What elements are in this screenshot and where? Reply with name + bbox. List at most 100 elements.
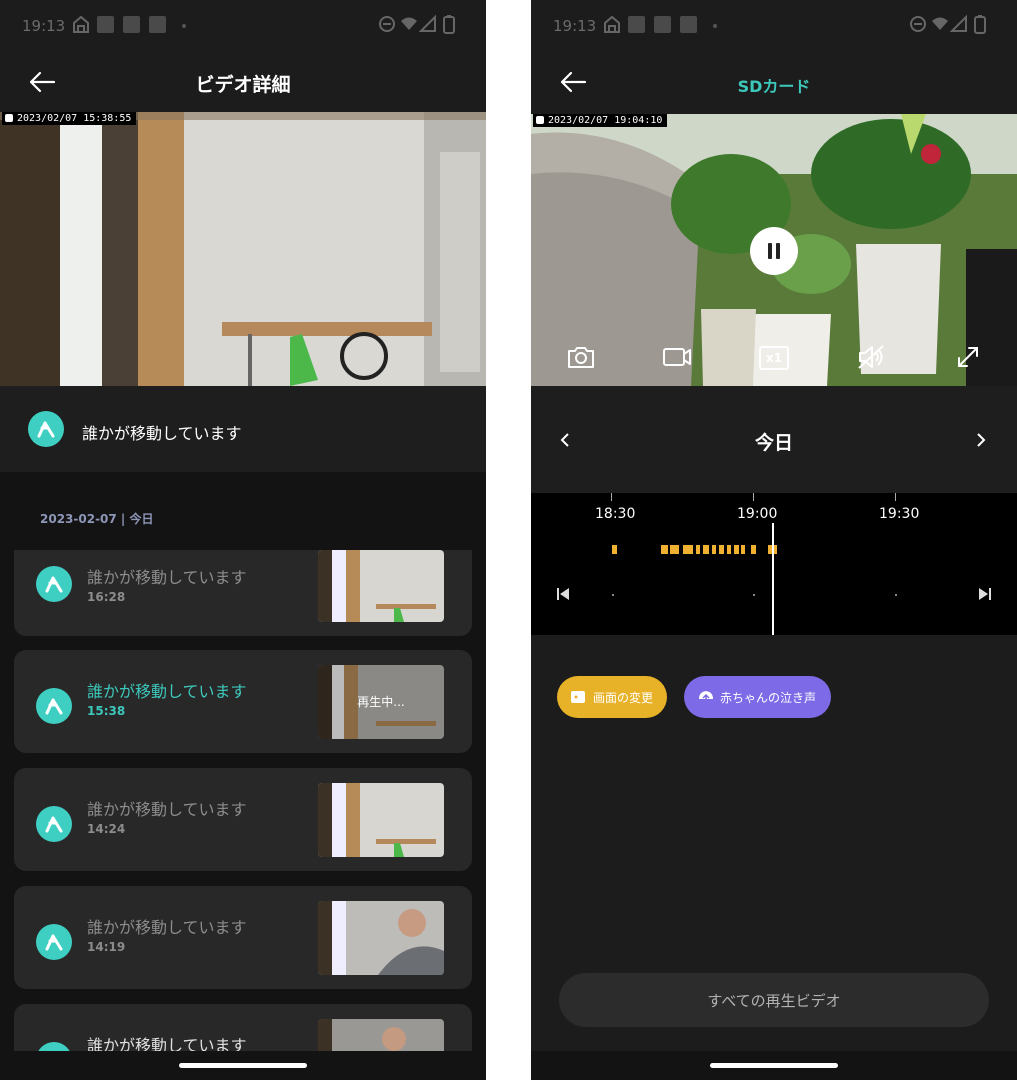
recording-segment[interactable] bbox=[751, 545, 756, 554]
all-videos-label: すべての再生ビデオ bbox=[707, 992, 841, 1010]
room-image bbox=[0, 112, 486, 386]
playing-overlay: 再生中... bbox=[357, 695, 405, 709]
app-bar: ビデオ詳細 bbox=[0, 52, 486, 112]
timestamp-text: 2023/02/07 19:04:10 bbox=[548, 115, 663, 126]
event-thumbnail bbox=[318, 901, 444, 975]
status-bar: 19:13 bbox=[531, 0, 1017, 52]
more-dot-icon bbox=[182, 24, 186, 28]
video-record-icon[interactable] bbox=[662, 344, 692, 370]
recording-segment[interactable] bbox=[612, 545, 617, 554]
all-videos-button[interactable]: すべての再生ビデオ bbox=[559, 973, 989, 1027]
pause-icon bbox=[768, 243, 780, 259]
event-card[interactable]: 誰かが移動しています 14:24 bbox=[14, 768, 472, 871]
playback-speed-button[interactable]: x1 bbox=[759, 346, 789, 370]
tag-baby-crying[interactable]: 赤ちゃんの泣き声 bbox=[684, 676, 831, 718]
recording-segment[interactable] bbox=[727, 545, 731, 554]
tick-mark bbox=[611, 493, 612, 501]
day-label: 今日 bbox=[754, 432, 793, 454]
next-day-icon[interactable] bbox=[975, 432, 987, 448]
signal-icon bbox=[419, 14, 436, 32]
tick-mark bbox=[753, 493, 754, 501]
dnd-icon bbox=[910, 16, 926, 32]
tick-label: 19:00 bbox=[737, 506, 778, 522]
notification-icon bbox=[97, 16, 114, 33]
notification-icon bbox=[680, 16, 697, 33]
wifi-icon bbox=[932, 17, 948, 30]
event-time: 15:38 bbox=[87, 704, 126, 718]
tick-label: 18:30 bbox=[595, 506, 636, 522]
recording-segment[interactable] bbox=[670, 545, 679, 554]
event-card[interactable]: 誰かが移動しています 14:19 bbox=[14, 886, 472, 989]
event-banner-text: 誰かが移動しています bbox=[82, 424, 242, 443]
timestamp-text: 2023/02/07 15:38:55 bbox=[17, 113, 132, 124]
notification-icon bbox=[628, 16, 645, 33]
tag-label: 画面の変更 bbox=[593, 691, 654, 705]
baby-icon bbox=[699, 691, 713, 703]
camera-timestamp: 2023/02/07 19:04:10 bbox=[533, 114, 668, 127]
date-header: 2023-02-07 | 今日 bbox=[40, 512, 154, 526]
event-card[interactable]: 誰かが移動しています 16:28 bbox=[14, 550, 472, 636]
recording-segment[interactable] bbox=[661, 545, 668, 554]
camera-badge-icon bbox=[536, 116, 544, 124]
notification-icon bbox=[654, 16, 671, 33]
event-title: 誰かが移動しています bbox=[87, 568, 247, 587]
playhead[interactable] bbox=[772, 523, 774, 635]
tag-label: 赤ちゃんの泣き声 bbox=[720, 691, 817, 705]
pause-button[interactable] bbox=[750, 227, 798, 275]
video-detail-screen: 19:13 ビデオ詳細 2023/02/07 15:38:55 誰かが移動してい… bbox=[0, 0, 486, 1080]
recording-segment[interactable] bbox=[734, 545, 739, 554]
notification-icon bbox=[149, 16, 166, 33]
tick-mark bbox=[895, 493, 896, 501]
event-title: 誰かが移動しています bbox=[87, 800, 247, 819]
more-dot-icon bbox=[713, 24, 717, 28]
skip-next-icon[interactable] bbox=[978, 587, 992, 601]
app-bar: SDカード bbox=[531, 52, 1017, 112]
timeline-dot bbox=[895, 594, 897, 596]
home-indicator[interactable] bbox=[710, 1063, 838, 1068]
camera-snapshot-icon[interactable] bbox=[566, 344, 596, 370]
timeline-dot bbox=[612, 594, 614, 596]
recording-segment[interactable] bbox=[741, 545, 745, 554]
event-thumbnail: 再生中... bbox=[318, 665, 444, 739]
recording-segment[interactable] bbox=[703, 545, 709, 554]
sd-card-screen: 19:13 SDカード 2023/02/07 19:04:10 x1 今日 18… bbox=[531, 0, 1017, 1080]
tag-screen-change[interactable]: 画面の変更 bbox=[557, 676, 667, 718]
person-motion-icon bbox=[36, 688, 72, 724]
event-thumbnail bbox=[318, 783, 444, 857]
home-indicator[interactable] bbox=[179, 1063, 307, 1068]
home-status-icon bbox=[73, 15, 89, 33]
camera-timestamp: 2023/02/07 15:38:55 bbox=[2, 112, 137, 125]
recording-segment[interactable] bbox=[719, 545, 724, 554]
event-thumbnail bbox=[318, 550, 444, 622]
battery-icon bbox=[443, 15, 455, 34]
recording-segment[interactable] bbox=[683, 545, 693, 554]
speed-label: x1 bbox=[765, 351, 783, 365]
person-motion-icon bbox=[28, 411, 64, 447]
page-title: ビデオ詳細 bbox=[195, 74, 291, 96]
timeline-dot bbox=[753, 594, 755, 596]
home-status-icon bbox=[604, 15, 620, 33]
event-time: 16:28 bbox=[87, 590, 126, 604]
event-time: 14:24 bbox=[87, 822, 126, 836]
fullscreen-icon[interactable] bbox=[953, 344, 983, 370]
dnd-icon bbox=[379, 16, 395, 32]
status-bar: 19:13 bbox=[0, 0, 486, 52]
wifi-icon bbox=[401, 17, 417, 30]
date-selector: 今日 bbox=[531, 386, 1017, 493]
mute-icon[interactable] bbox=[856, 344, 886, 370]
screen-change-icon bbox=[571, 691, 585, 703]
event-banner: 誰かが移動しています bbox=[0, 386, 486, 472]
notification-icon bbox=[123, 16, 140, 33]
person-motion-icon bbox=[36, 924, 72, 960]
status-time: 19:13 bbox=[553, 17, 597, 35]
recording-segment[interactable] bbox=[712, 545, 716, 554]
skip-previous-icon[interactable] bbox=[556, 587, 570, 601]
camera-snapshot[interactable]: 2023/02/07 15:38:55 bbox=[0, 112, 486, 386]
battery-icon bbox=[974, 15, 986, 34]
recording-segment[interactable] bbox=[696, 545, 700, 554]
event-card-active[interactable]: 誰かが移動しています 15:38 再生中... bbox=[14, 650, 472, 753]
status-time: 19:13 bbox=[22, 17, 66, 35]
event-time: 14:19 bbox=[87, 940, 126, 954]
event-title: 誰かが移動しています bbox=[87, 918, 247, 937]
event-title: 誰かが移動しています bbox=[87, 682, 247, 701]
